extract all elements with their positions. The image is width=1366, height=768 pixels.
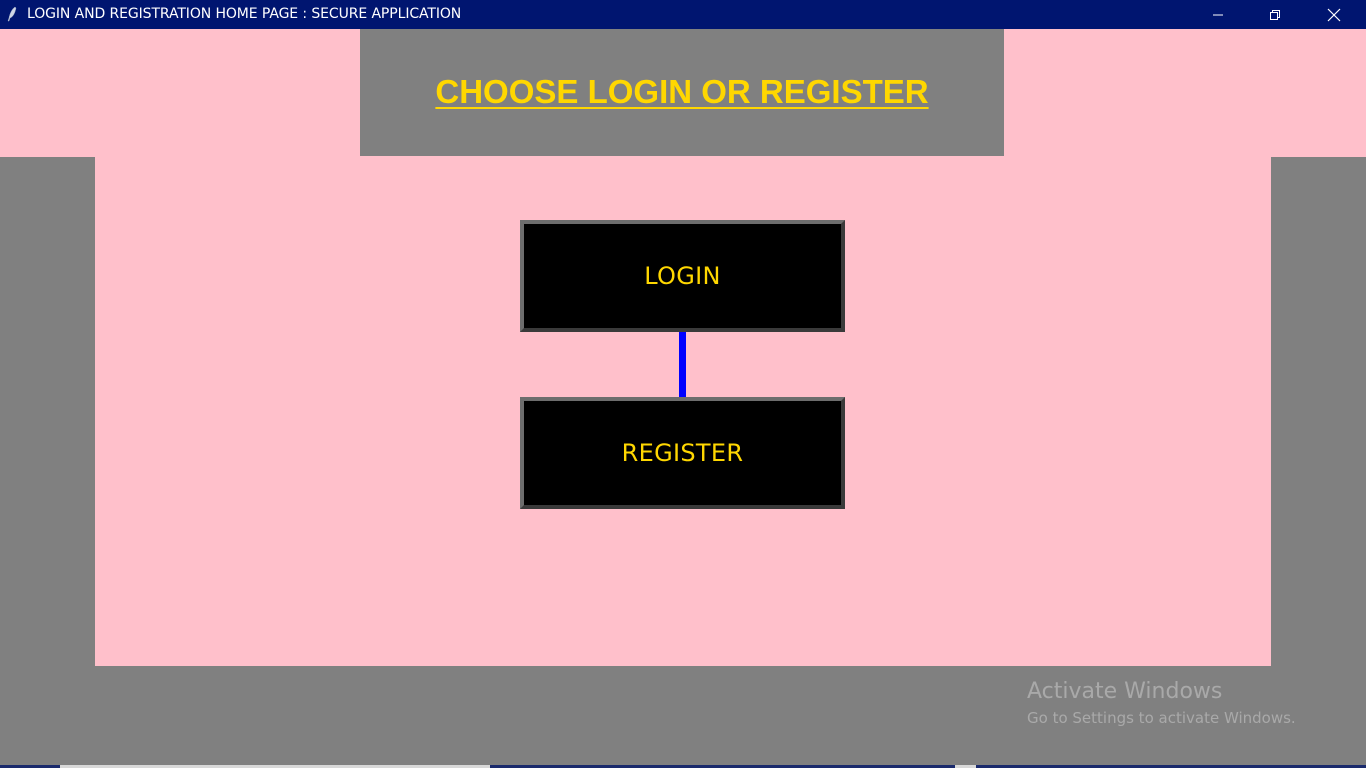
close-button[interactable] xyxy=(1305,0,1363,29)
minimize-icon xyxy=(1213,14,1223,15)
activate-windows-watermark: Activate Windows Go to Settings to activ… xyxy=(1027,678,1296,728)
app-window: LOGIN AND REGISTRATION HOME PAGE : SECUR… xyxy=(0,0,1366,768)
watermark-title: Activate Windows xyxy=(1027,679,1223,704)
login-button-label: LOGIN xyxy=(644,262,721,290)
restore-icon xyxy=(1270,9,1280,20)
watermark-subtitle: Go to Settings to activate Windows. xyxy=(1027,709,1296,727)
feather-icon xyxy=(7,6,17,22)
register-button-label: REGISTER xyxy=(621,439,744,467)
page-title: CHOOSE LOGIN OR REGISTER xyxy=(435,72,929,110)
window-title: LOGIN AND REGISTRATION HOME PAGE : SECUR… xyxy=(27,6,462,22)
left-gray-frame xyxy=(0,157,95,666)
close-icon xyxy=(1327,8,1341,21)
maximize-button[interactable] xyxy=(1246,0,1304,29)
right-gray-frame xyxy=(1271,157,1366,666)
register-button[interactable]: REGISTER xyxy=(520,397,845,509)
header-box: CHOOSE LOGIN OR REGISTER xyxy=(360,29,1004,156)
title-bar[interactable]: LOGIN AND REGISTRATION HOME PAGE : SECUR… xyxy=(0,0,1366,29)
connector-line xyxy=(679,331,686,398)
login-button[interactable]: LOGIN xyxy=(520,220,845,332)
minimize-button[interactable] xyxy=(1189,0,1247,29)
